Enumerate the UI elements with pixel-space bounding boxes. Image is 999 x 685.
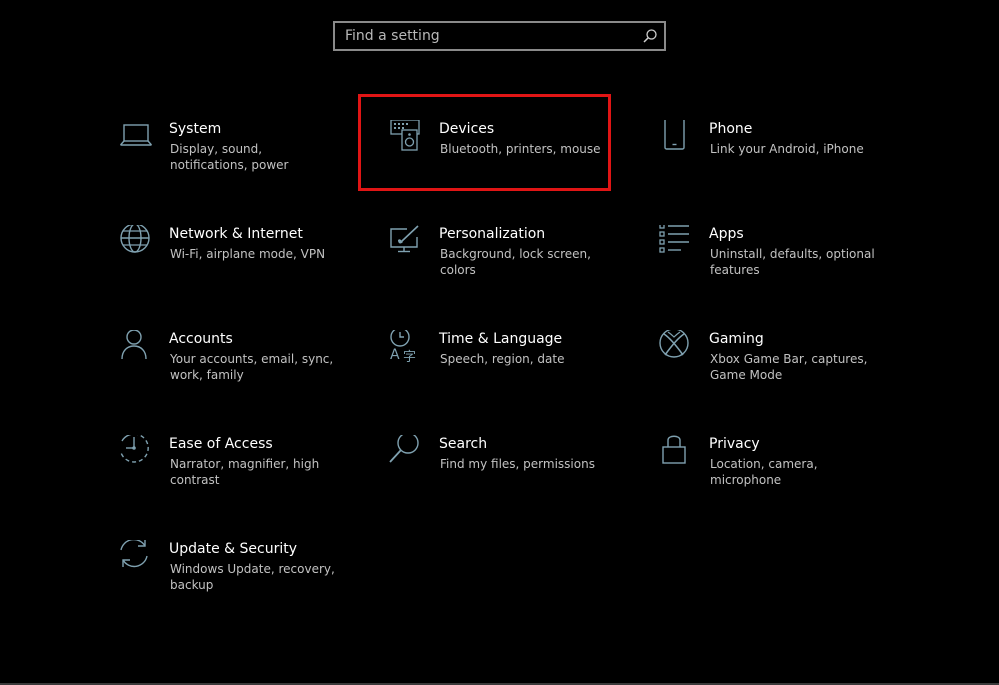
tile-time-language[interactable]: A 字 Time & Language Speech, region, date — [389, 330, 619, 410]
tile-description: Speech, region, date — [440, 352, 565, 366]
tile-title: Privacy — [709, 436, 760, 452]
xbox-icon — [659, 330, 693, 364]
tile-title: Phone — [709, 121, 753, 137]
globe-icon — [119, 225, 153, 259]
tile-accounts[interactable]: Accounts Your accounts, email, sync, wor… — [119, 330, 349, 410]
magnifier-icon — [389, 435, 423, 469]
tile-title: Time & Language — [439, 331, 563, 347]
tile-network-internet[interactable]: Network & Internet Wi-Fi, airplane mode,… — [119, 225, 349, 305]
paintbrush-monitor-icon — [389, 225, 423, 259]
tile-description: Bluetooth, printers, mouse — [440, 142, 601, 156]
person-icon — [119, 330, 153, 364]
svg-text:字: 字 — [403, 350, 416, 364]
tile-description: Location, camera, microphone — [710, 457, 818, 487]
ease-of-access-icon — [119, 435, 153, 469]
tile-description: Your accounts, email, sync, work, family — [170, 352, 334, 382]
tile-system[interactable]: System Display, sound, notifications, po… — [119, 120, 349, 200]
tile-search[interactable]: Search Find my files, permissions — [389, 435, 619, 515]
sync-icon — [119, 540, 153, 574]
laptop-icon — [119, 120, 153, 154]
keyboard-speaker-icon — [389, 120, 423, 154]
tile-ease-of-access[interactable]: Ease of Access Narrator, magnifier, high… — [119, 435, 349, 515]
tile-title: Update & Security — [169, 541, 298, 557]
tile-description: Narrator, magnifier, high contrast — [170, 457, 320, 487]
tile-privacy[interactable]: Privacy Location, camera, microphone — [659, 435, 889, 515]
phone-icon — [659, 120, 693, 154]
search-box[interactable] — [333, 21, 666, 51]
search-input[interactable] — [335, 23, 636, 49]
tile-title: Search — [439, 436, 488, 452]
tile-description: Find my files, permissions — [440, 457, 595, 471]
tile-description: Wi-Fi, airplane mode, VPN — [170, 247, 326, 261]
tile-title: System — [169, 121, 222, 137]
tile-title: Devices — [439, 121, 495, 137]
tile-description: Windows Update, recovery, backup — [170, 562, 335, 592]
tile-apps[interactable]: Apps Uninstall, defaults, optional featu… — [659, 225, 889, 305]
tile-title: Apps — [709, 226, 744, 242]
tile-gaming[interactable]: Gaming Xbox Game Bar, captures, Game Mod… — [659, 330, 889, 410]
search-icon[interactable] — [636, 23, 664, 49]
tile-title: Network & Internet — [169, 226, 303, 242]
tile-update-security[interactable]: Update & Security Windows Update, recove… — [119, 540, 349, 620]
tile-description: Xbox Game Bar, captures, Game Mode — [710, 352, 868, 382]
tile-title: Gaming — [709, 331, 764, 347]
lock-icon — [659, 435, 693, 469]
svg-text:A: A — [390, 347, 400, 363]
tile-title: Accounts — [169, 331, 233, 347]
tile-description: Link your Android, iPhone — [710, 142, 864, 156]
tile-personalization[interactable]: Personalization Background, lock screen,… — [389, 225, 619, 305]
tile-title: Personalization — [439, 226, 546, 242]
tile-phone[interactable]: Phone Link your Android, iPhone — [659, 120, 889, 200]
tile-devices[interactable]: Devices Bluetooth, printers, mouse — [389, 120, 619, 200]
apps-list-icon — [659, 225, 693, 259]
tile-description: Uninstall, defaults, optional features — [710, 247, 875, 277]
tile-description: Background, lock screen, colors — [440, 247, 591, 277]
tile-title: Ease of Access — [169, 436, 273, 452]
clock-language-icon: A 字 — [389, 330, 423, 364]
tile-description: Display, sound, notifications, power — [170, 142, 289, 172]
